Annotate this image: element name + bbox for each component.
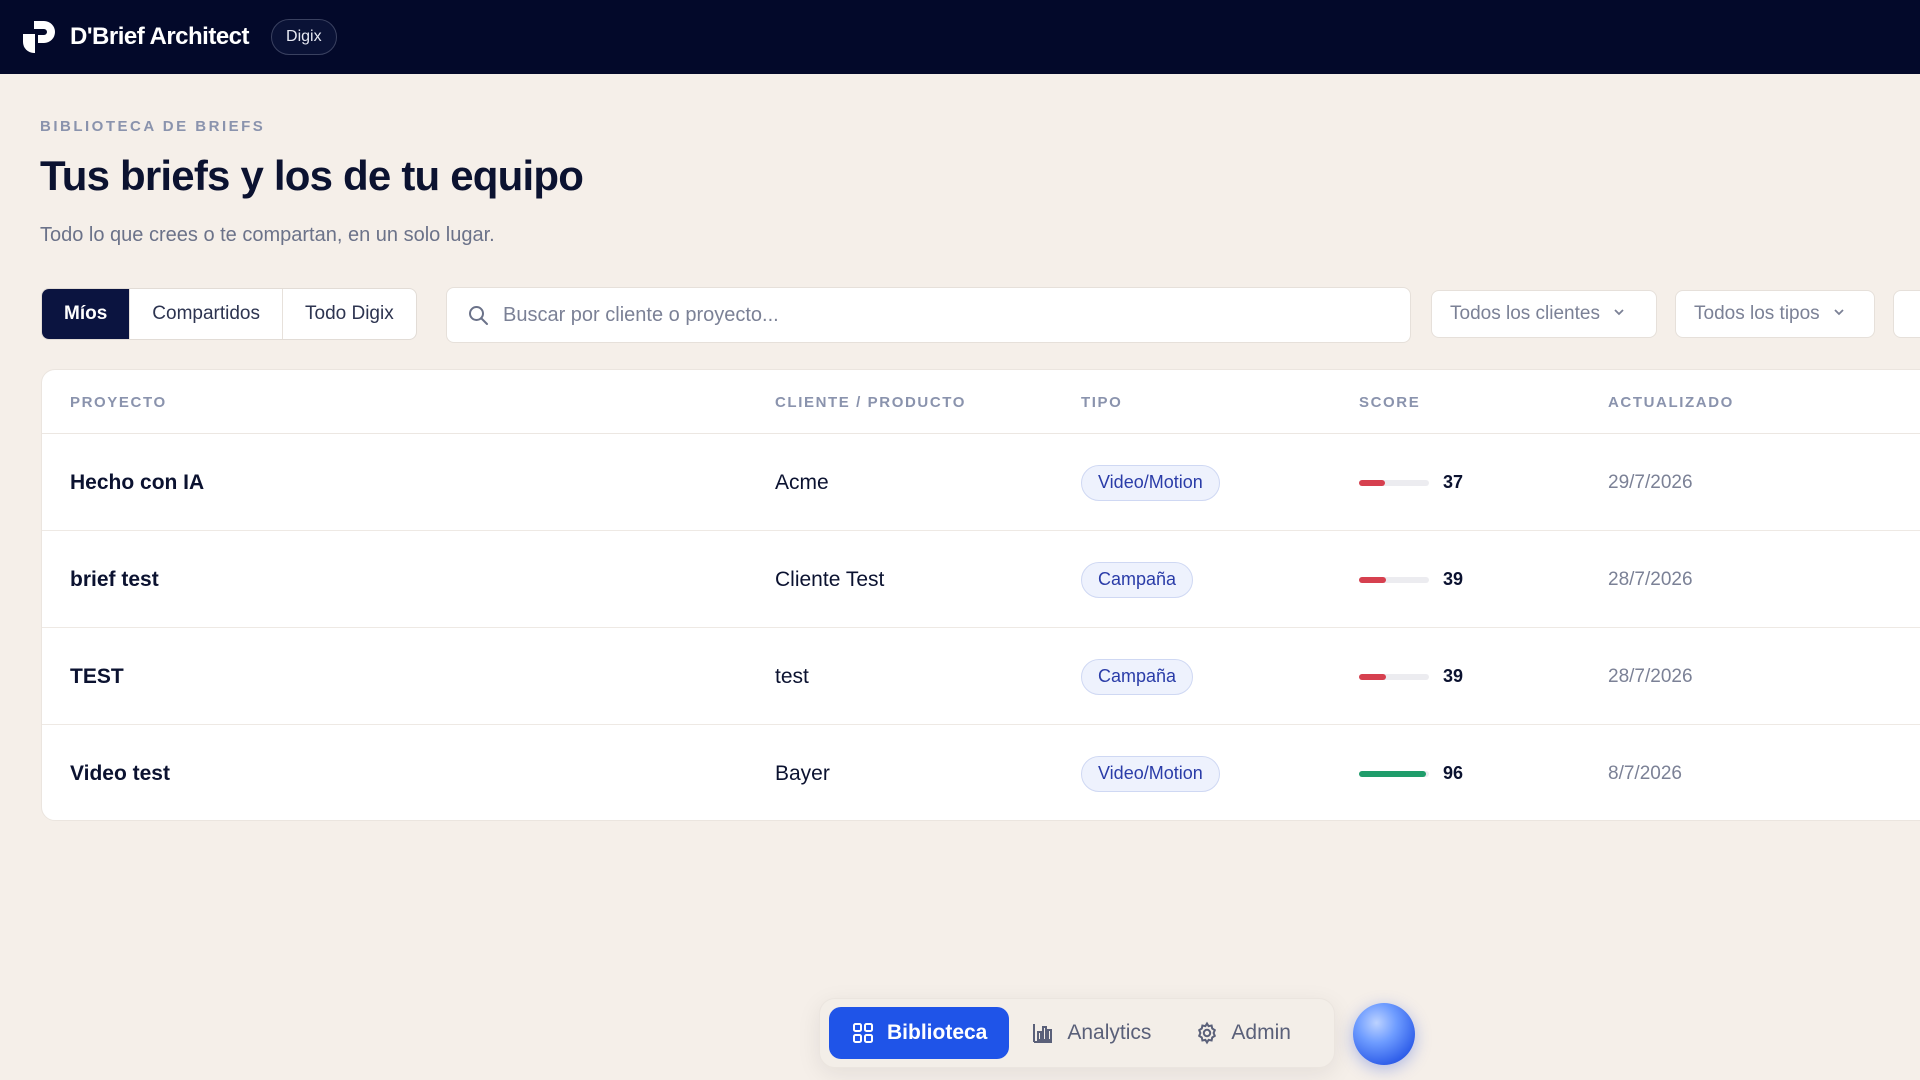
client-name: test [775,664,809,688]
org-badge[interactable]: Digix [271,19,337,55]
table-row[interactable]: brief test Cliente Test Campaña 39 28/7/… [42,531,1920,628]
score-bar [1359,479,1429,486]
page-title: Tus briefs y los de tu equipo [40,152,584,199]
score-value: 39 [1443,569,1464,589]
page-subtitle: Todo lo que crees o te compartan, en un … [40,224,495,246]
bottom-dock: Biblioteca Analytics Admin [819,998,1335,1068]
col-score[interactable]: SCORE [1359,394,1420,411]
score-value: 39 [1443,666,1464,686]
score-cell: 37 [1359,434,1463,531]
score-value: 96 [1443,763,1464,783]
search-input[interactable] [503,303,1383,327]
project-name[interactable]: Video test [70,725,170,820]
search-box [446,287,1411,343]
logo-icon[interactable] [20,18,58,56]
updated-date: 8/7/2026 [1608,762,1682,784]
type-badge: Campaña [1081,658,1194,695]
dock-biblioteca-label: Biblioteca [887,1021,988,1044]
dock-analytics-button[interactable]: Analytics [1009,1007,1173,1059]
project-name[interactable]: Hecho con IA [70,434,204,531]
type-badge: Campaña [1081,561,1194,598]
score-fill [1359,770,1427,777]
col-proyecto[interactable]: PROYECTO [70,394,167,411]
table-row[interactable]: TEST test Campaña 39 28/7/2026 [42,628,1920,725]
dock-admin-button[interactable]: Admin [1173,1007,1313,1059]
type-badge: Video/Motion [1081,755,1220,792]
score-fill [1359,673,1387,680]
ownership-tabs: Míos Compartidos Todo Digix [41,288,417,340]
client-name: Acme [775,470,829,494]
tab-mios[interactable]: Míos [42,289,131,339]
brand-name: D'Brief Architect [70,23,250,50]
col-actualizado[interactable]: ACTUALIZADO [1608,394,1734,411]
updated-date: 29/7/2026 [1608,471,1693,493]
types-dropdown-label: Todos los tipos [1694,303,1820,324]
score-value: 37 [1443,472,1464,492]
search-icon [467,304,489,326]
assistant-orb-button[interactable] [1353,1003,1415,1065]
project-name[interactable]: brief test [70,531,159,628]
score-fill [1359,576,1387,583]
type-badge: Video/Motion [1081,464,1220,501]
col-cliente[interactable]: CLIENTE / PRODUCTO [775,394,966,411]
types-dropdown[interactable]: Todos los tipos [1675,290,1875,338]
table-row[interactable]: Video test Bayer Video/Motion 96 8/7/202… [42,725,1920,820]
briefs-table: PROYECTO CLIENTE / PRODUCTO TIPO SCORE A… [41,369,1920,821]
score-cell: 39 [1359,531,1463,628]
section-eyebrow: BIBLIOTECA DE BRIEFS [40,118,266,135]
score-fill [1359,479,1385,486]
client-name: Cliente Test [775,567,885,591]
score-cell: 96 [1359,725,1464,820]
grid-icon [851,1021,875,1045]
chevron-down-icon [1612,303,1626,325]
tab-compartidos[interactable]: Compartidos [130,289,283,339]
score-bar [1359,770,1429,777]
score-bar [1359,673,1429,680]
tab-todo-digix[interactable]: Todo Digix [283,289,416,339]
dock-analytics-label: Analytics [1067,1021,1152,1044]
client-name: Bayer [775,761,830,785]
chevron-down-icon [1832,303,1846,325]
project-name[interactable]: TEST [70,628,124,725]
top-bar: D'Brief Architect Digix [0,0,1920,74]
more-filters-button[interactable] [1893,290,1920,338]
bar-chart-icon [1031,1021,1055,1045]
clients-dropdown-label: Todos los clientes [1450,303,1600,324]
updated-date: 28/7/2026 [1608,568,1693,590]
table-row[interactable]: Hecho con IA Acme Video/Motion 37 29/7/2… [42,434,1920,531]
clients-dropdown[interactable]: Todos los clientes [1431,290,1657,338]
score-bar [1359,576,1429,583]
dock-admin-label: Admin [1231,1021,1291,1044]
table-header: PROYECTO CLIENTE / PRODUCTO TIPO SCORE A… [42,370,1920,434]
gear-icon [1195,1021,1219,1045]
dock-biblioteca-button[interactable]: Biblioteca [829,1007,1010,1059]
col-tipo[interactable]: TIPO [1081,394,1122,411]
updated-date: 28/7/2026 [1608,665,1693,687]
score-cell: 39 [1359,628,1463,725]
